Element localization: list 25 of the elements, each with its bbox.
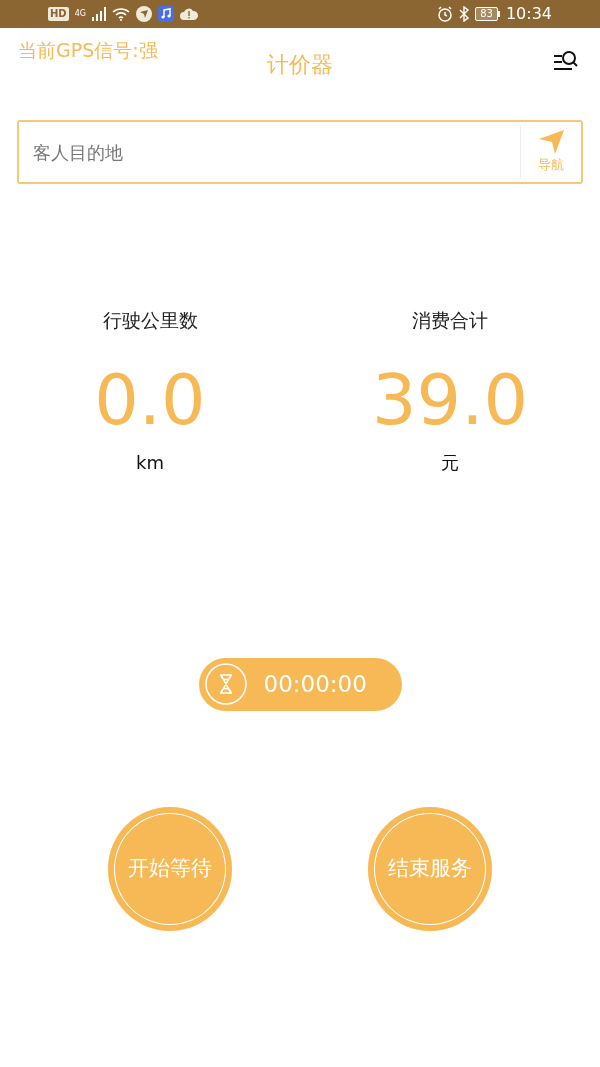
stat-label: 行驶公里数 — [102, 308, 198, 333]
music-app-icon — [157, 6, 174, 22]
wifi-icon — [111, 7, 130, 21]
stat-value: 0.0 — [94, 364, 206, 435]
timer-display: 00:00:00 — [263, 669, 367, 699]
signal-icon — [91, 7, 106, 21]
round-action-button[interactable]: 开始等待 — [108, 806, 232, 931]
hourglass-icon — [203, 662, 248, 706]
stat-unit: km — [136, 450, 164, 475]
round-action-button[interactable]: 结束服务 — [368, 806, 492, 931]
bluetooth-icon — [459, 6, 470, 22]
stat-value: 39.0 — [372, 364, 528, 435]
navigate-button[interactable]: 导航 — [521, 122, 581, 182]
destination-field[interactable]: 客人目的地 导航 — [17, 120, 583, 184]
page-title: 计价器 — [267, 51, 333, 79]
stat-unit: 元 — [441, 450, 459, 475]
stat-label: 消费合计 — [412, 308, 488, 333]
clock-time: 10:34 — [505, 3, 552, 25]
alarm-icon — [437, 6, 454, 22]
battery-indicator: 83 — [475, 7, 498, 21]
hd-indicator: HD — [48, 7, 69, 21]
send-arrow-icon — [537, 129, 565, 156]
network-type: 4G — [74, 10, 86, 18]
cloud-alert-icon — [179, 8, 198, 20]
gps-status: 当前GPS信号:强 — [18, 38, 158, 63]
